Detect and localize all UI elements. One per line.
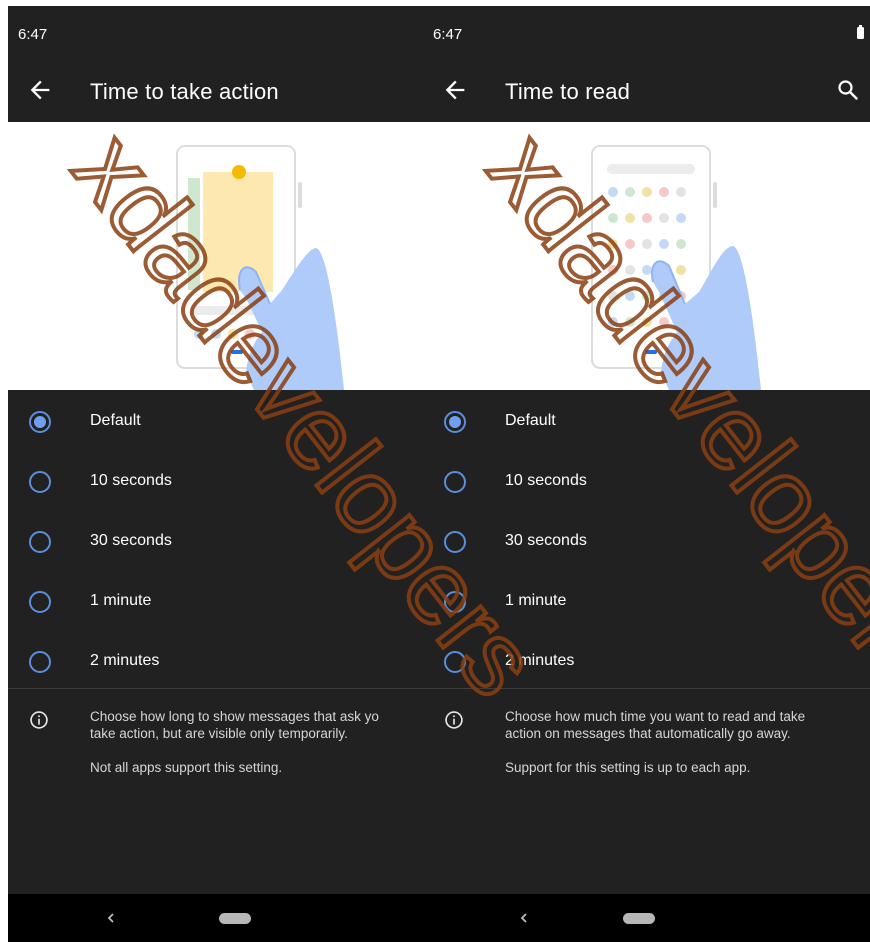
illustration-dot — [608, 213, 618, 223]
option-default[interactable]: Default — [8, 392, 423, 452]
info-description-line: Choose how much time you want to read an… — [505, 709, 806, 724]
status-time: 6:47 — [433, 26, 463, 43]
radio-button[interactable] — [444, 531, 466, 553]
option-label: Default — [505, 412, 556, 429]
navigation-bar — [423, 894, 870, 942]
illustration-dot — [625, 187, 635, 197]
info-description-line: take action, but are visible only tempor… — [90, 726, 348, 741]
radio-button[interactable] — [444, 591, 466, 613]
info-text: Choose how long to show messages that as… — [90, 708, 423, 793]
option-label: 30 seconds — [505, 532, 587, 549]
illustration-dot — [642, 187, 652, 197]
illustration-dot — [659, 317, 669, 327]
illustration-dot — [625, 213, 635, 223]
screen-time-to-read: 6:47 Time to read Default 10 seconds 30 … — [423, 6, 870, 942]
arrow-back-icon[interactable] — [26, 76, 54, 104]
option-label: 30 seconds — [90, 532, 172, 549]
divider — [423, 688, 870, 689]
screen-time-to-take-action: 6:47 Time to take action Default 10 seco… — [8, 6, 423, 942]
option-2-minutes[interactable]: 2 minutes — [8, 632, 423, 692]
page-title: Time to read — [505, 79, 631, 104]
illustration-dot — [642, 265, 652, 275]
arrow-back-icon[interactable] — [441, 76, 469, 104]
info-description-line: action on messages that automatically go… — [505, 726, 791, 741]
radio-button-checked[interactable] — [444, 411, 466, 433]
option-10-seconds[interactable]: 10 seconds — [8, 452, 423, 512]
info-text: Choose how much time you want to read an… — [505, 708, 865, 793]
illustration-dot — [625, 239, 635, 249]
illustration-phone-grid — [423, 122, 870, 390]
status-time: 6:47 — [18, 26, 48, 43]
option-1-minute[interactable]: 1 minute — [423, 572, 870, 632]
status-bar: 6:47 — [8, 6, 423, 58]
illustration-dot — [642, 213, 652, 223]
illustration-dot — [608, 265, 618, 275]
option-label: 1 minute — [90, 592, 152, 609]
illustration-dot — [659, 239, 669, 249]
navigation-bar — [8, 894, 423, 942]
illustration-dot — [659, 213, 669, 223]
info-note: Not all apps support this setting. — [90, 760, 283, 775]
app-bar: Time to read — [423, 58, 870, 122]
radio-button[interactable] — [29, 471, 51, 493]
illustration-dot — [676, 265, 686, 275]
chevron-left-icon[interactable] — [104, 910, 118, 926]
radio-button[interactable] — [29, 651, 51, 673]
illustration-dot — [642, 317, 652, 327]
radio-button-checked[interactable] — [29, 411, 51, 433]
illustration-dot — [625, 291, 635, 301]
search-icon[interactable] — [836, 78, 860, 102]
illustration-dot — [642, 239, 652, 249]
radio-button[interactable] — [29, 531, 51, 553]
illustration-dot — [676, 187, 686, 197]
illustration-dot — [659, 187, 669, 197]
illustration-phone-message — [8, 122, 423, 390]
page-title: Time to take action — [90, 79, 279, 104]
radio-button[interactable] — [29, 591, 51, 613]
info-icon — [445, 711, 463, 729]
option-30-seconds[interactable]: 30 seconds — [8, 512, 423, 572]
divider — [8, 688, 423, 689]
status-bar: 6:47 — [423, 6, 870, 58]
illustration-dot — [608, 187, 618, 197]
battery-icon — [857, 25, 864, 39]
illustration-dot — [608, 291, 618, 301]
home-button[interactable] — [219, 913, 251, 924]
home-button[interactable] — [623, 913, 655, 924]
illustration-dot — [625, 317, 635, 327]
info-note: Support for this setting is up to each a… — [505, 760, 751, 775]
app-bar: Time to take action — [8, 58, 423, 122]
screenshot-frame: 6:47 Time to take action Default 10 seco… — [8, 6, 870, 942]
option-label: 10 seconds — [90, 472, 172, 489]
option-label: 1 minute — [505, 592, 567, 609]
illustration-dot — [676, 239, 686, 249]
option-30-seconds[interactable]: 30 seconds — [423, 512, 870, 572]
illustration-dot — [625, 265, 635, 275]
radio-button[interactable] — [444, 471, 466, 493]
illustration-dot — [676, 213, 686, 223]
illustration-dot — [608, 239, 618, 249]
timeout-options: Default 10 seconds 30 seconds 1 minute 2… — [423, 392, 870, 692]
radio-button[interactable] — [444, 651, 466, 673]
option-label: 2 minutes — [90, 652, 160, 669]
info-icon — [30, 711, 48, 729]
chevron-left-icon[interactable] — [517, 910, 531, 926]
info-description-line: Choose how long to show messages that as… — [90, 709, 379, 724]
illustration-dot — [642, 291, 652, 301]
option-1-minute[interactable]: 1 minute — [8, 572, 423, 632]
option-label: Default — [90, 412, 141, 429]
option-10-seconds[interactable]: 10 seconds — [423, 452, 870, 512]
illustration-dot — [608, 317, 618, 327]
option-label: 2 minutes — [505, 652, 575, 669]
option-label: 10 seconds — [505, 472, 587, 489]
option-2-minutes[interactable]: 2 minutes — [423, 632, 870, 692]
option-default[interactable]: Default — [423, 392, 870, 452]
timeout-options: Default 10 seconds 30 seconds 1 minute 2… — [8, 392, 423, 692]
